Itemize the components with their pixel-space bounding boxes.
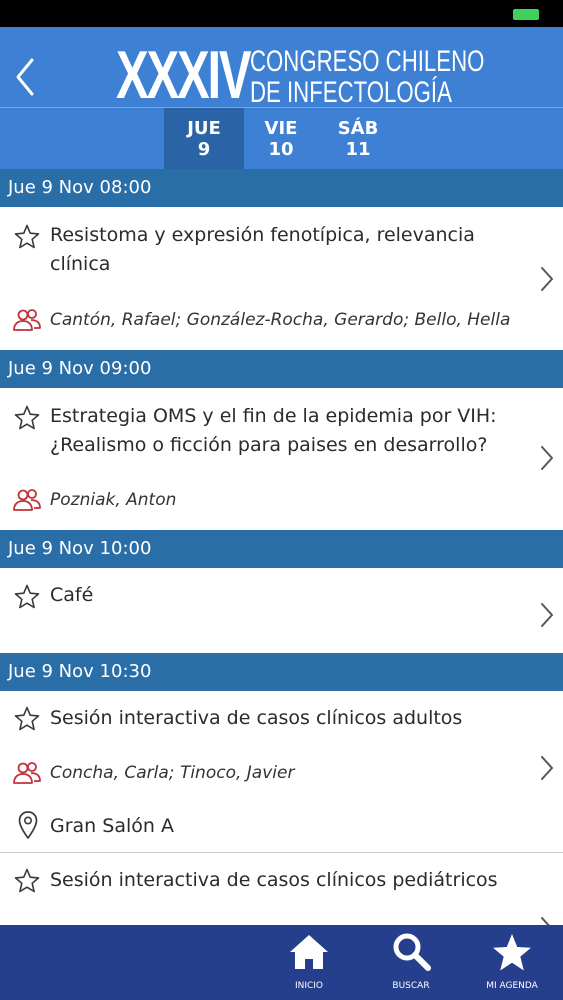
favorite-star-icon[interactable] bbox=[14, 224, 40, 250]
status-bar bbox=[0, 0, 563, 27]
tab-label: INICIO bbox=[294, 981, 324, 991]
tab-inicio[interactable]: INICIO bbox=[269, 925, 349, 1000]
tab-buscar[interactable]: BUSCAR bbox=[371, 925, 451, 1000]
session-speakers: Pozniak, Anton bbox=[50, 490, 177, 510]
time-section-header: Jue 9 Nov 08:00 bbox=[0, 169, 563, 207]
session-card[interactable]: Resistoma y expresión fenotípica, releva… bbox=[0, 207, 563, 350]
congress-logo: XXXIV CONGRESO CHILENO DE INFECTOLOGÍA bbox=[116, 41, 484, 109]
day-number: 11 bbox=[345, 139, 371, 160]
time-section-header: Jue 9 Nov 09:00 bbox=[0, 350, 563, 388]
speakers-icon bbox=[13, 489, 41, 511]
battery-icon bbox=[513, 9, 539, 20]
session-card[interactable]: Café bbox=[0, 568, 563, 653]
day-name: JUE bbox=[187, 118, 221, 139]
day-name: SÁB bbox=[337, 118, 379, 139]
star-icon bbox=[493, 934, 531, 971]
favorite-star-icon[interactable] bbox=[14, 706, 40, 732]
logo-number: XXXIV bbox=[116, 37, 252, 113]
speakers-icon bbox=[13, 309, 41, 331]
day-tab-vie[interactable]: VIE 10 bbox=[241, 108, 321, 169]
tab-label: BUSCAR bbox=[392, 981, 430, 991]
session-title: Sesión interactiva de casos clínicos ped… bbox=[50, 869, 498, 891]
session-list[interactable]: Jue 9 Nov 08:00 Resistoma y expresión fe… bbox=[0, 169, 563, 925]
day-name: VIE bbox=[264, 118, 298, 139]
bottom-tab-bar: INICIO BUSCAR MI AGENDA bbox=[0, 925, 563, 1000]
back-button[interactable] bbox=[8, 52, 46, 102]
session-speakers: Cantón, Rafael; González-Rocha, Gerardo;… bbox=[50, 310, 511, 330]
favorite-star-icon[interactable] bbox=[14, 584, 40, 610]
home-icon bbox=[290, 935, 328, 969]
session-card[interactable]: Sesión interactiva de casos clínicos adu… bbox=[0, 691, 563, 852]
tab-mi-agenda[interactable]: MI AGENDA bbox=[472, 925, 552, 1000]
favorite-star-icon[interactable] bbox=[14, 405, 40, 431]
logo-line-1: CONGRESO CHILENO bbox=[250, 45, 485, 78]
logo-line-2: DE INFECTOLOGÍA bbox=[250, 76, 452, 109]
chevron-right-icon bbox=[541, 267, 553, 291]
location-pin-icon bbox=[18, 811, 38, 839]
favorite-star-icon[interactable] bbox=[14, 868, 40, 894]
session-speakers: Concha, Carla; Tinoco, Javier bbox=[50, 763, 295, 783]
day-selector: JUE 9 VIE 10 SÁB 11 bbox=[0, 108, 563, 169]
speakers-icon bbox=[13, 762, 41, 784]
time-section-header: Jue 9 Nov 10:30 bbox=[0, 653, 563, 691]
chevron-left-icon bbox=[16, 58, 34, 96]
chevron-right-icon bbox=[541, 603, 553, 627]
time-section-header: Jue 9 Nov 10:00 bbox=[0, 530, 563, 568]
session-card[interactable]: Estrategia OMS y el fin de la epidemia p… bbox=[0, 388, 563, 530]
chevron-right-icon bbox=[541, 756, 553, 780]
session-title: Sesión interactiva de casos clínicos adu… bbox=[50, 707, 463, 729]
search-icon bbox=[393, 933, 431, 971]
session-card[interactable]: Sesión interactiva de casos clínicos ped… bbox=[0, 853, 563, 925]
session-title: Resistoma y expresión fenotípica, releva… bbox=[50, 224, 475, 275]
chevron-right-icon bbox=[541, 917, 550, 925]
session-title: Café bbox=[50, 584, 94, 606]
day-number: 9 bbox=[197, 139, 211, 160]
session-title: Estrategia OMS y el fin de la epidemia p… bbox=[50, 405, 497, 456]
day-tab-jue[interactable]: JUE 9 bbox=[164, 108, 244, 169]
day-number: 10 bbox=[268, 139, 294, 160]
day-tab-sab[interactable]: SÁB 11 bbox=[318, 108, 398, 169]
session-location: Gran Salón A bbox=[50, 815, 174, 837]
tab-label: MI AGENDA bbox=[486, 981, 538, 991]
app-header: XXXIV CONGRESO CHILENO DE INFECTOLOGÍA bbox=[0, 27, 563, 109]
chevron-right-icon bbox=[541, 446, 553, 470]
